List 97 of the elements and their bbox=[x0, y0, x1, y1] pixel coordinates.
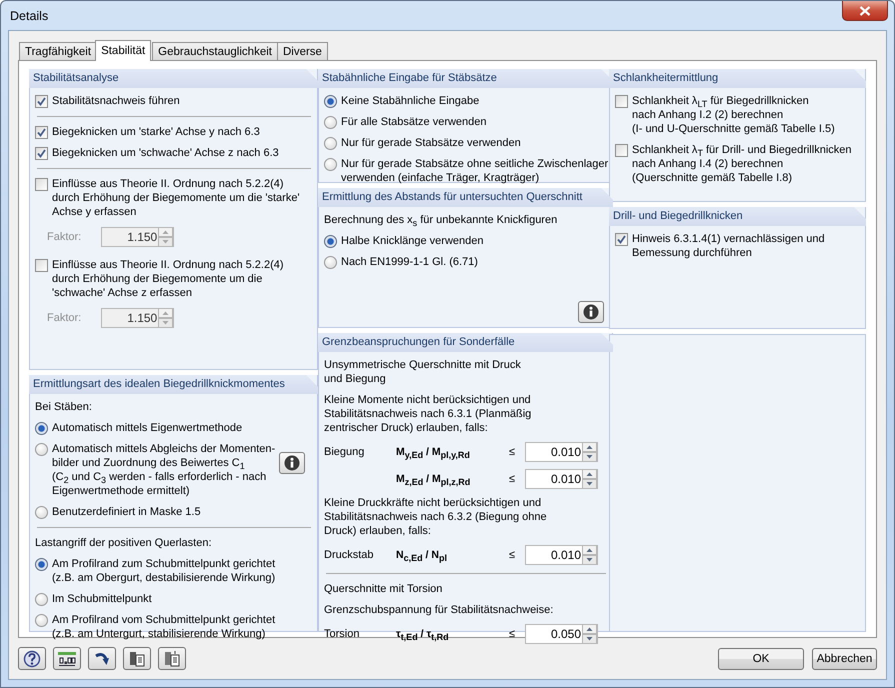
tab[interactable]: Tragfähigkeit bbox=[19, 42, 98, 60]
group-title: Ermittlungsart des idealen Biegedrillknickmomentes bbox=[29, 375, 318, 394]
radio-button[interactable] bbox=[324, 95, 337, 108]
spin-arrows-icon[interactable] bbox=[582, 442, 597, 462]
formula: τ$_{t,Ed}$ / τ$_{t,Rd}$ bbox=[396, 628, 450, 640]
checkbox[interactable] bbox=[35, 147, 48, 160]
checkbox[interactable] bbox=[615, 233, 628, 246]
checkbox[interactable] bbox=[615, 95, 628, 108]
info-button[interactable] bbox=[578, 301, 604, 323]
less-equal-sign: ≤ bbox=[509, 446, 516, 458]
checkbox-label: Schlankheit λ$_{T}$ für Drill- und Biegedrillknicken nach Anhang I.4 (2) berechnen (Querschnitte gemäß Tabelle I.8) bbox=[632, 143, 852, 185]
checkbox-label: Schlankheit λ$_{LT}$ für Biegedrillknicken nach Anhang I.2 (2) berechnen (I- und U-Querschnitte gemäß Tabelle I.5) bbox=[632, 94, 835, 136]
row-label: Biegung bbox=[324, 446, 364, 458]
number-field[interactable]: 0.010 bbox=[525, 545, 598, 565]
checkbox[interactable] bbox=[35, 126, 48, 139]
radio-button[interactable] bbox=[35, 443, 48, 456]
radio-button[interactable] bbox=[324, 116, 337, 129]
radio-label: Nach EN1999-1-1 Gl. (6.71) bbox=[341, 255, 479, 269]
radio-label: Keine Stabähnliche Eingabe bbox=[341, 94, 480, 108]
tab[interactable]: Stabilität bbox=[95, 40, 152, 61]
checkbox-label: Einflüsse aus Theorie II. Ordnung nach 5.2.2(4) durch Erhöhung der Biegemomente um die 'starke' Achse y erfassen bbox=[52, 177, 300, 219]
group-title: Ermittlung des Abstands für untersuchten Querschnitt bbox=[318, 188, 614, 207]
document-icon bbox=[128, 650, 146, 668]
radio-label: Halbe Knicklänge verwenden bbox=[341, 234, 484, 248]
close-button[interactable] bbox=[842, 1, 888, 21]
number-field[interactable]: 0.010 bbox=[525, 442, 598, 462]
formula: N$_{c,Ed}$ / N$_{pl}$ bbox=[396, 549, 448, 561]
number-field[interactable]: 0.010 bbox=[525, 469, 598, 489]
dialog-button[interactable]: Abbrechen bbox=[812, 648, 877, 670]
group-title: Grenzbeanspruchungen für Sonderfälle bbox=[318, 333, 614, 352]
radio-label: Am Profilrand zum Schubmittelpunkt gerichtet (z.B. am Obergurt, destabilisierende Wirkung) bbox=[52, 557, 276, 585]
tab[interactable]: Gebrauchstauglichkeit bbox=[152, 42, 278, 60]
arrow-button[interactable] bbox=[88, 647, 116, 670]
radio-button[interactable] bbox=[35, 593, 48, 606]
radio-button[interactable] bbox=[35, 506, 48, 519]
radio-button[interactable] bbox=[324, 235, 337, 248]
less-equal-sign: ≤ bbox=[509, 628, 516, 640]
checkbox[interactable] bbox=[35, 178, 48, 191]
radio-label: Benutzerdefiniert in Maske 1.5 bbox=[52, 505, 202, 519]
section-text: Bei Stäben: bbox=[35, 400, 93, 415]
close-icon bbox=[859, 6, 871, 16]
formula: M$_{y,Ed}$ / M$_{pl,y,Rd}$ bbox=[396, 446, 471, 458]
radio-button[interactable] bbox=[324, 137, 337, 150]
checkbox[interactable] bbox=[615, 144, 628, 157]
checkbox-label: Hinweis 6.3.1.4(1) vernachlässigen und Bemessung durchführen bbox=[632, 232, 825, 260]
tab[interactable]: Diverse bbox=[276, 42, 328, 60]
row-label: Torsion bbox=[324, 628, 360, 640]
group-title: Schlankheitermittlung bbox=[609, 69, 866, 88]
info-icon bbox=[284, 455, 300, 471]
radio-label: Automatisch mittels Eigenwertmethode bbox=[52, 421, 244, 435]
checkbox-label: Biegeknicken um 'schwache' Achse z nach 6.3 bbox=[52, 146, 279, 160]
radio-button[interactable] bbox=[35, 558, 48, 571]
section-text: Berechnung des x$_{s}$ für unbekannte Knickfiguren bbox=[324, 213, 558, 229]
help-icon bbox=[23, 650, 41, 668]
radio-label: Nur für gerade Stabsätze verwenden bbox=[341, 136, 522, 150]
radio-button[interactable] bbox=[35, 422, 48, 435]
spin-arrows-icon[interactable] bbox=[582, 545, 597, 565]
radio-button[interactable] bbox=[324, 256, 337, 269]
import-button[interactable] bbox=[158, 647, 186, 670]
less-equal-sign: ≤ bbox=[509, 549, 516, 561]
radio-label: Automatisch mittels Abgleichs der Momenten- bilder und Zuordnung des Beiwertes C$_{1}$ (C$_{2}$ und C$_{3}$ werden - falls erforderlich - nach Eigenwertmethode ermittelt) bbox=[52, 442, 276, 498]
window-title: Details bbox=[10, 9, 48, 23]
checkbox-label: Stabilitätsnachweis führen bbox=[52, 94, 180, 108]
radio-label: Für alle Stabsätze verwenden bbox=[341, 115, 488, 129]
section-text: Lastangriff der positiven Querlasten: bbox=[35, 536, 213, 551]
field-label: Faktor: bbox=[47, 312, 82, 324]
checkbox[interactable] bbox=[35, 95, 48, 108]
number-field[interactable]: 0.050 bbox=[525, 624, 598, 644]
radio-label: Am Profilrand vom Schubmittelpunkt gerichtet (z.B. am Untergurt, stabilisierende Wirkung) bbox=[52, 613, 276, 641]
section-text: Kleine Druckkräfte nicht berücksichtigen und Stabilitätsnachweis nach 6.3.2 (Biegung ohne Druck) erlauben, falls: bbox=[324, 496, 548, 539]
radio-label: Im Schubmittelpunkt bbox=[52, 592, 153, 606]
less-equal-sign: ≤ bbox=[509, 473, 516, 485]
section-text: Querschnitte mit Torsion bbox=[324, 582, 444, 597]
document-icon bbox=[163, 650, 181, 668]
formula: M$_{z,Ed}$ / M$_{pl,z,Rd}$ bbox=[396, 473, 472, 485]
checkbox[interactable] bbox=[35, 259, 48, 272]
info-icon bbox=[583, 304, 600, 320]
number-format-icon bbox=[57, 650, 77, 666]
group-title: Stabilitätsanalyse bbox=[29, 69, 318, 88]
checkbox-label: Biegeknicken um 'starke' Achse y nach 6.3 bbox=[52, 125, 260, 139]
checkbox-label: Einflüsse aus Theorie II. Ordnung nach 5.2.2(4) durch Erhöhung der Biegemomente um die 'schwache' Achse z erfassen bbox=[52, 258, 284, 300]
dialog-button[interactable]: OK bbox=[718, 648, 804, 670]
spin-arrows-icon[interactable] bbox=[582, 469, 597, 489]
spin-arrows-icon[interactable] bbox=[582, 624, 597, 644]
help-button[interactable] bbox=[18, 647, 46, 670]
section-text: Kleine Momente nicht berücksichtigen und Stabilitätsnachweis nach 6.3.1 (Planmäßig zentrischer Druck) erlauben, falls: bbox=[324, 393, 532, 436]
info-button[interactable] bbox=[279, 452, 306, 474]
group-title: Drill- und Biegedrillknicken bbox=[609, 207, 866, 226]
section-text: Grenzschubspannung für Stabilitätsnachweise: bbox=[324, 603, 554, 618]
radio-button[interactable] bbox=[35, 614, 48, 627]
row-label: Druckstab bbox=[324, 549, 374, 561]
section-text: Unsymmetrische Querschnitte mit Druck und Biegung bbox=[324, 358, 522, 387]
radio-label: Nur für gerade Stabsätze ohne seitliche Zwischenlager verwenden (einfache Träger, Kragträger) bbox=[341, 157, 608, 185]
number-format-button[interactable] bbox=[53, 647, 81, 670]
export-button[interactable] bbox=[123, 647, 151, 670]
field-label: Faktor: bbox=[47, 231, 82, 243]
radio-button[interactable] bbox=[324, 158, 337, 171]
